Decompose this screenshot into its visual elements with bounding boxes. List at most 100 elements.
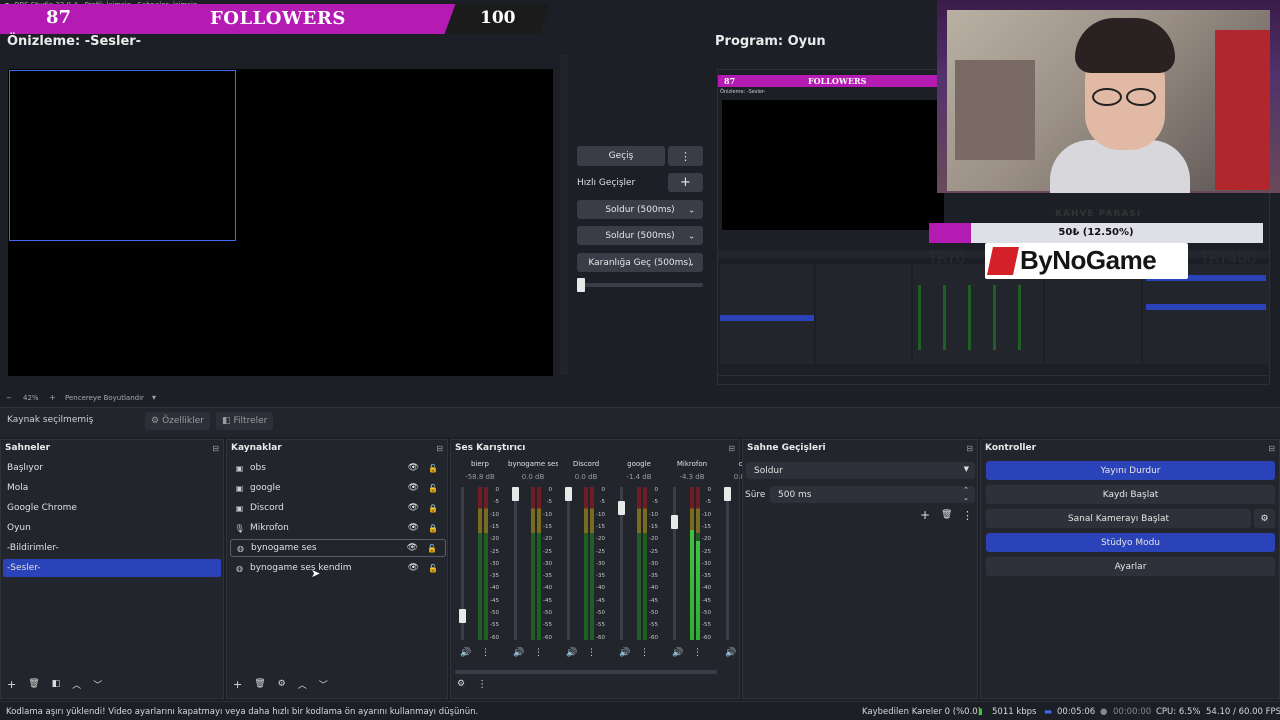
volume-fader-track[interactable] [514,487,517,640]
scene-item[interactable]: Oyun [3,519,221,537]
chevron-up-icon[interactable]: ︿ [298,678,307,691]
eye-icon[interactable]: 👁 [408,563,419,573]
trash-icon[interactable]: 🗑 [254,679,265,689]
transition-slider[interactable] [577,283,703,287]
volume-fader-track[interactable] [567,487,570,640]
settings-button[interactable]: Ayarlar [986,557,1275,576]
trash-icon[interactable]: 🗑 [941,510,952,520]
properties-button[interactable]: ⚙ Özellikler [145,412,210,430]
scene-item-selected[interactable]: -Sesler- [3,559,221,577]
undock-icon[interactable]: ⊟ [966,444,973,453]
db-scale-tick: -45 [490,597,499,604]
eye-icon[interactable]: 👁 [408,483,419,493]
db-scale-tick: -55 [543,622,552,629]
volume-fader-handle[interactable] [618,500,625,515]
transition-button[interactable]: Geçiş [577,146,665,166]
muted-speaker-icon[interactable]: 🔊 [566,648,577,658]
eye-icon[interactable]: 👁 [408,523,419,533]
menu-dots-icon[interactable]: ⋮ [477,679,487,690]
undock-icon[interactable]: ⊟ [212,444,219,453]
fit-window-label[interactable]: Pencereye Boyutlandır [65,394,144,402]
menu-dots-icon[interactable]: ⋮ [587,648,596,658]
browser-icon: ◍ [236,563,243,573]
unlock-icon[interactable]: 🔓 [428,484,438,493]
menu-dots-icon[interactable]: ⋮ [962,509,973,522]
quick-transition-0[interactable]: Soldur (500ms) ⌄ [577,200,703,219]
source-item[interactable]: ▣ google 👁 🔓 [230,479,446,497]
scene-item[interactable]: Google Chrome [3,499,221,517]
volume-fader-handle[interactable] [724,487,731,501]
source-item-highlighted[interactable]: ◍ bynogame ses 👁 🔓 [230,539,446,557]
add-icon[interactable]: + [233,678,242,691]
speaker-icon[interactable]: 🔊 [460,648,471,658]
speaker-icon[interactable]: 🔊 [725,648,736,658]
stop-stream-button[interactable]: Yayını Durdur [986,461,1275,480]
studio-mode-button[interactable]: Stüdyo Modu [986,533,1275,552]
zoom-out-button[interactable]: − [6,394,12,402]
volume-fader-handle[interactable] [459,609,466,624]
add-icon[interactable]: + [7,678,16,691]
source-item[interactable]: ▣ Discord 👁 🔒 [230,499,446,517]
gear-icon[interactable]: ⚙ [278,679,286,689]
start-recording-button[interactable]: Kaydı Başlat [986,485,1275,504]
mixer-horizontal-scrollbar[interactable] [455,670,717,674]
duration-input[interactable]: 500 ms ⌃ ⌄ [770,486,975,503]
glasses-icon [1092,88,1122,106]
eye-icon[interactable]: 👁 [407,543,418,553]
add-quick-transition-button[interactable]: + [668,173,703,192]
menu-dots-icon[interactable]: ⋮ [640,648,649,658]
speaker-icon[interactable]: 🔊 [513,648,524,658]
db-scale-tick: -10 [543,511,552,518]
volume-fader-handle[interactable] [671,514,678,529]
preview-scrollbar[interactable] [560,55,568,375]
undock-icon[interactable]: ⊟ [728,444,735,453]
zoom-in-button[interactable]: + [49,393,56,402]
volume-fader-handle[interactable] [512,487,519,501]
quick-transition-1[interactable]: Soldur (500ms) ⌄ [577,226,703,245]
menu-dots-icon[interactable]: ⋮ [693,648,702,658]
scene-item[interactable]: Mola [3,479,221,497]
preview-selection-box[interactable] [9,70,236,241]
unlock-icon[interactable]: 🔓 [428,464,438,473]
source-item[interactable]: 🎙 Mikrofon 👁 🔒 [230,519,446,537]
undock-icon[interactable]: ⊟ [1268,444,1275,453]
speaker-icon[interactable]: 🔊 [619,648,630,658]
spin-arrows-icon[interactable]: ⌃ ⌄ [963,486,969,502]
transition-slider-handle[interactable] [577,278,585,292]
trash-icon[interactable]: 🗑 [28,679,39,689]
menu-dots-icon[interactable]: ⋮ [481,648,490,658]
db-scale-tick: 0 [495,487,500,493]
db-scale-tick: -5 [599,499,605,506]
chevron-down-icon[interactable]: ▾ [152,393,156,402]
eye-icon[interactable]: 👁 [408,503,419,513]
chevron-down-icon[interactable]: ﹀ [93,678,102,691]
gear-icon[interactable]: ⚙ [1254,509,1275,528]
volume-fader-track[interactable] [726,487,729,640]
scene-item[interactable]: Başlıyor [3,459,221,477]
transition-type-select[interactable]: Soldur ▼ [746,462,975,479]
transition-menu-button[interactable]: ⋮ [668,146,703,166]
unlock-icon[interactable]: 🔓 [428,564,438,573]
link-gear-icon[interactable]: ⚙ [457,679,465,689]
unlock-icon[interactable]: 🔓 [427,544,437,553]
sources-footer: + 🗑 ⚙ ︿ ﹀ [227,670,447,698]
eye-icon[interactable]: 👁 [408,463,419,473]
source-item[interactable]: ▣ obs 👁 🔓 [230,459,446,477]
scene-item[interactable]: -Bildirimler- [3,539,221,557]
speaker-icon[interactable]: 🔊 [672,648,683,658]
filters-button[interactable]: ◧ Filtreler [216,412,274,430]
quick-transition-2[interactable]: Karanlığa Geç (500ms) ⌄ [577,253,703,272]
undock-icon[interactable]: ⊟ [436,444,443,453]
preview-label: Önizleme: -Sesler- [7,34,142,49]
lock-icon[interactable]: 🔒 [428,524,438,533]
start-virtual-camera-button[interactable]: Sanal Kamerayı Başlat [986,509,1251,528]
lock-icon[interactable]: 🔒 [428,504,438,513]
chevron-up-icon[interactable]: ︿ [72,678,81,691]
volume-fader-track[interactable] [673,487,676,640]
add-transition-button[interactable]: + [920,508,930,522]
filter-icon[interactable]: ◧ [52,679,61,689]
source-item[interactable]: ◍ bynogame ses kendim 👁 🔓 [230,559,446,577]
volume-fader-handle[interactable] [565,487,572,501]
chevron-down-icon[interactable]: ﹀ [319,678,328,691]
menu-dots-icon[interactable]: ⋮ [534,648,543,658]
